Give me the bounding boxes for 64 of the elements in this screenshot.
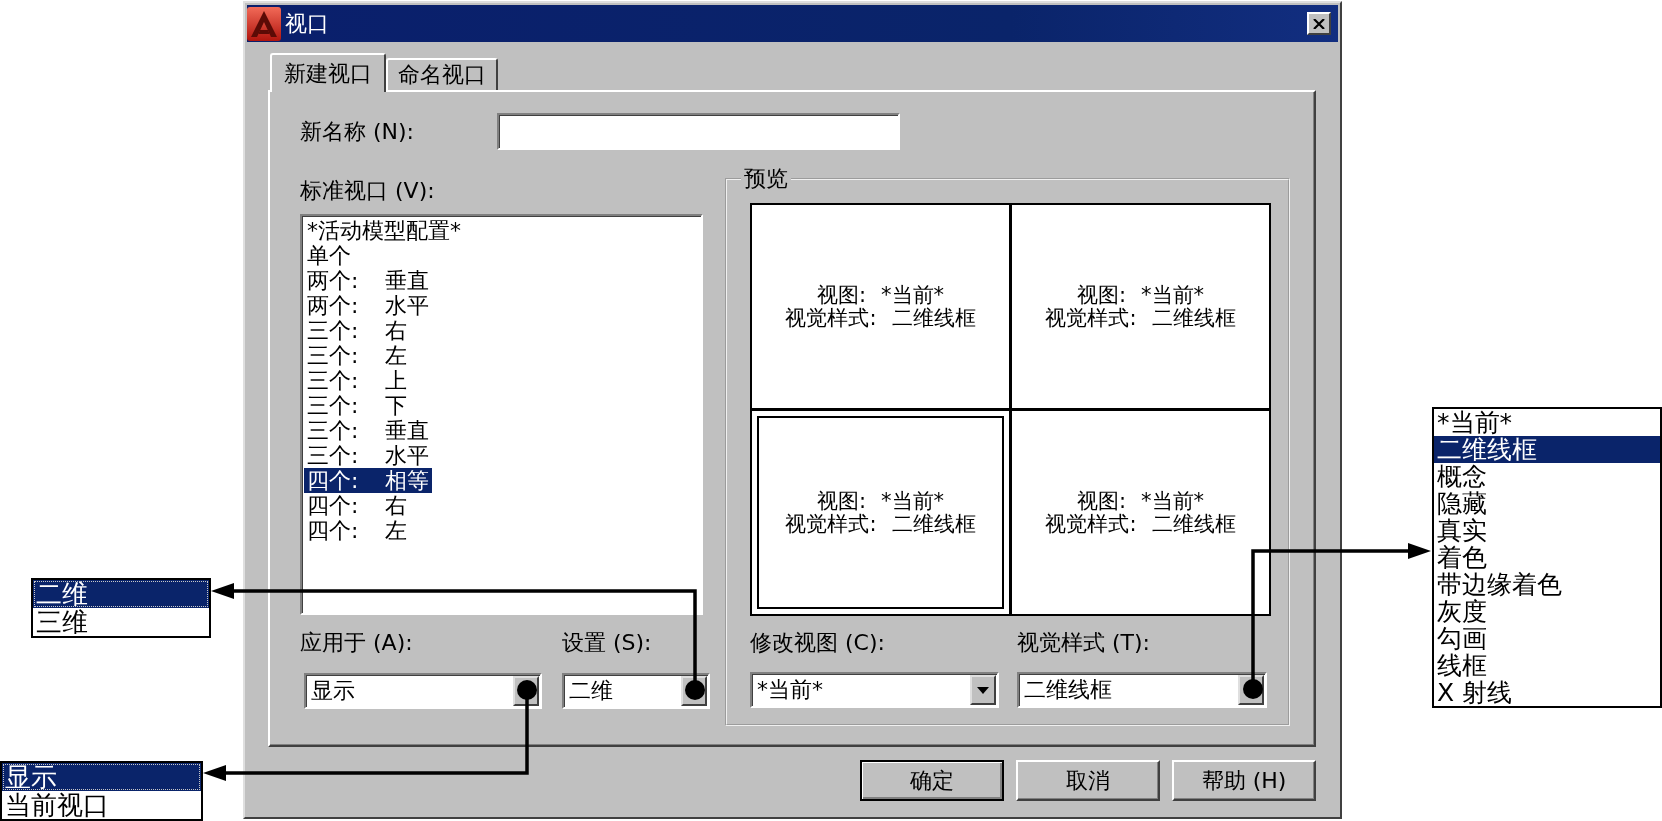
list-item[interactable]: 两个: 垂直 (304, 268, 433, 293)
help-button[interactable]: 帮助 (H) (1172, 760, 1316, 801)
list-item[interactable]: *活动模型配置* (304, 218, 464, 243)
input-field[interactable] (497, 113, 900, 150)
dropdown-option[interactable]: 二维 (33, 580, 209, 608)
viewport-pane[interactable]: 视图: *当前* 视觉样式: 二维线框 (1012, 411, 1269, 614)
dropdown-option[interactable]: 概念 (1434, 463, 1660, 490)
list-item[interactable]: 三个: 下 (304, 393, 411, 418)
dropdown-option[interactable]: *当前* (1434, 409, 1660, 436)
field-label: 修改视图 (C): (750, 631, 886, 655)
style-label: 视觉样式: 二维线框 (785, 512, 976, 536)
style-label: 视觉样式: 二维线框 (1045, 306, 1236, 330)
dropdown-field[interactable]: 二维线框 (1017, 672, 1267, 708)
dropdown-option[interactable]: 当前视口 (2, 791, 201, 819)
dropdown-option[interactable]: 隐藏 (1434, 490, 1660, 517)
viewport-pane[interactable]: 视图: *当前* 视觉样式: 二维线框 (752, 205, 1009, 408)
style-label: 视觉样式: 二维线框 (785, 306, 976, 330)
view-label: 视图: *当前* (816, 283, 945, 307)
caret-icon (977, 686, 989, 694)
field-label: 新名称 (N): (300, 119, 416, 144)
dropdown-option[interactable]: 三维 (33, 608, 209, 636)
close-icon (1313, 18, 1325, 29)
field-label: 视觉样式 (T): (1017, 631, 1151, 655)
dropdown-option[interactable]: 勾画 (1434, 625, 1660, 652)
field-label: 应用于 (A): (300, 631, 414, 655)
field-label: 标准视口 (V): (300, 178, 435, 204)
ok-button[interactable]: 确定 (860, 760, 1004, 801)
app-icon (247, 6, 281, 41)
dropdown-button[interactable] (970, 675, 996, 705)
view-label: 视图: *当前* (1076, 489, 1205, 513)
tab[interactable]: 新建视口 (270, 53, 386, 92)
list-item[interactable]: 三个: 水平 (304, 443, 433, 468)
dropdown-option[interactable]: 着色 (1434, 544, 1660, 571)
list-item[interactable]: 四个: 相等 (304, 468, 433, 493)
view-label: 视图: *当前* (1076, 283, 1205, 307)
dropdown-option[interactable]: 真实 (1434, 517, 1660, 544)
tab[interactable]: 命名视口 (386, 58, 498, 90)
style-label: 视觉样式: 二维线框 (1045, 512, 1236, 536)
dropdown-option[interactable]: 灰度 (1434, 598, 1660, 625)
list-item[interactable]: 四个: 左 (304, 518, 411, 543)
list-item[interactable]: 四个: 右 (304, 493, 411, 518)
dropdown-option[interactable]: 显示 (2, 763, 201, 791)
list-box[interactable]: *活动模型配置* 单个 两个: 垂直 两个: 水平 三个: 右 三个: 左 三个: 上 三个: 下 三个: 垂直 三个: 水平 四个: 相等 四个: 右 四个: 左 (300, 214, 703, 615)
dropdown-option[interactable]: X 射线 (1434, 679, 1660, 706)
dropdown-field[interactable]: *当前* (750, 672, 999, 708)
window-title: 视口 (285, 10, 329, 37)
list-item[interactable]: 三个: 右 (304, 318, 411, 343)
list-item[interactable]: 三个: 垂直 (304, 418, 433, 443)
dropdown-option[interactable]: 二维线框 (1434, 436, 1660, 463)
close-button[interactable] (1307, 12, 1331, 35)
dropdown-field[interactable]: 显示 (304, 673, 542, 709)
list-item[interactable]: 两个: 水平 (304, 293, 433, 318)
viewport-pane[interactable]: 视图: *当前* 视觉样式: 二维线框 (752, 411, 1009, 614)
dropdown-option[interactable]: 带边缘着色 (1434, 571, 1660, 598)
viewport-pane[interactable]: 视图: *当前* 视觉样式: 二维线框 (1012, 205, 1269, 408)
list-item[interactable]: 单个 (304, 243, 354, 268)
list-item[interactable]: 三个: 左 (304, 343, 411, 368)
list-item[interactable]: 三个: 上 (304, 368, 411, 393)
dropdown-field[interactable]: 二维 (562, 673, 710, 709)
cancel-button[interactable]: 取消 (1016, 760, 1160, 801)
group-label: 预览 (741, 166, 791, 192)
field-label: 设置 (S): (562, 631, 653, 655)
view-label: 视图: *当前* (816, 489, 945, 513)
dropdown-option[interactable]: 线框 (1434, 652, 1660, 679)
